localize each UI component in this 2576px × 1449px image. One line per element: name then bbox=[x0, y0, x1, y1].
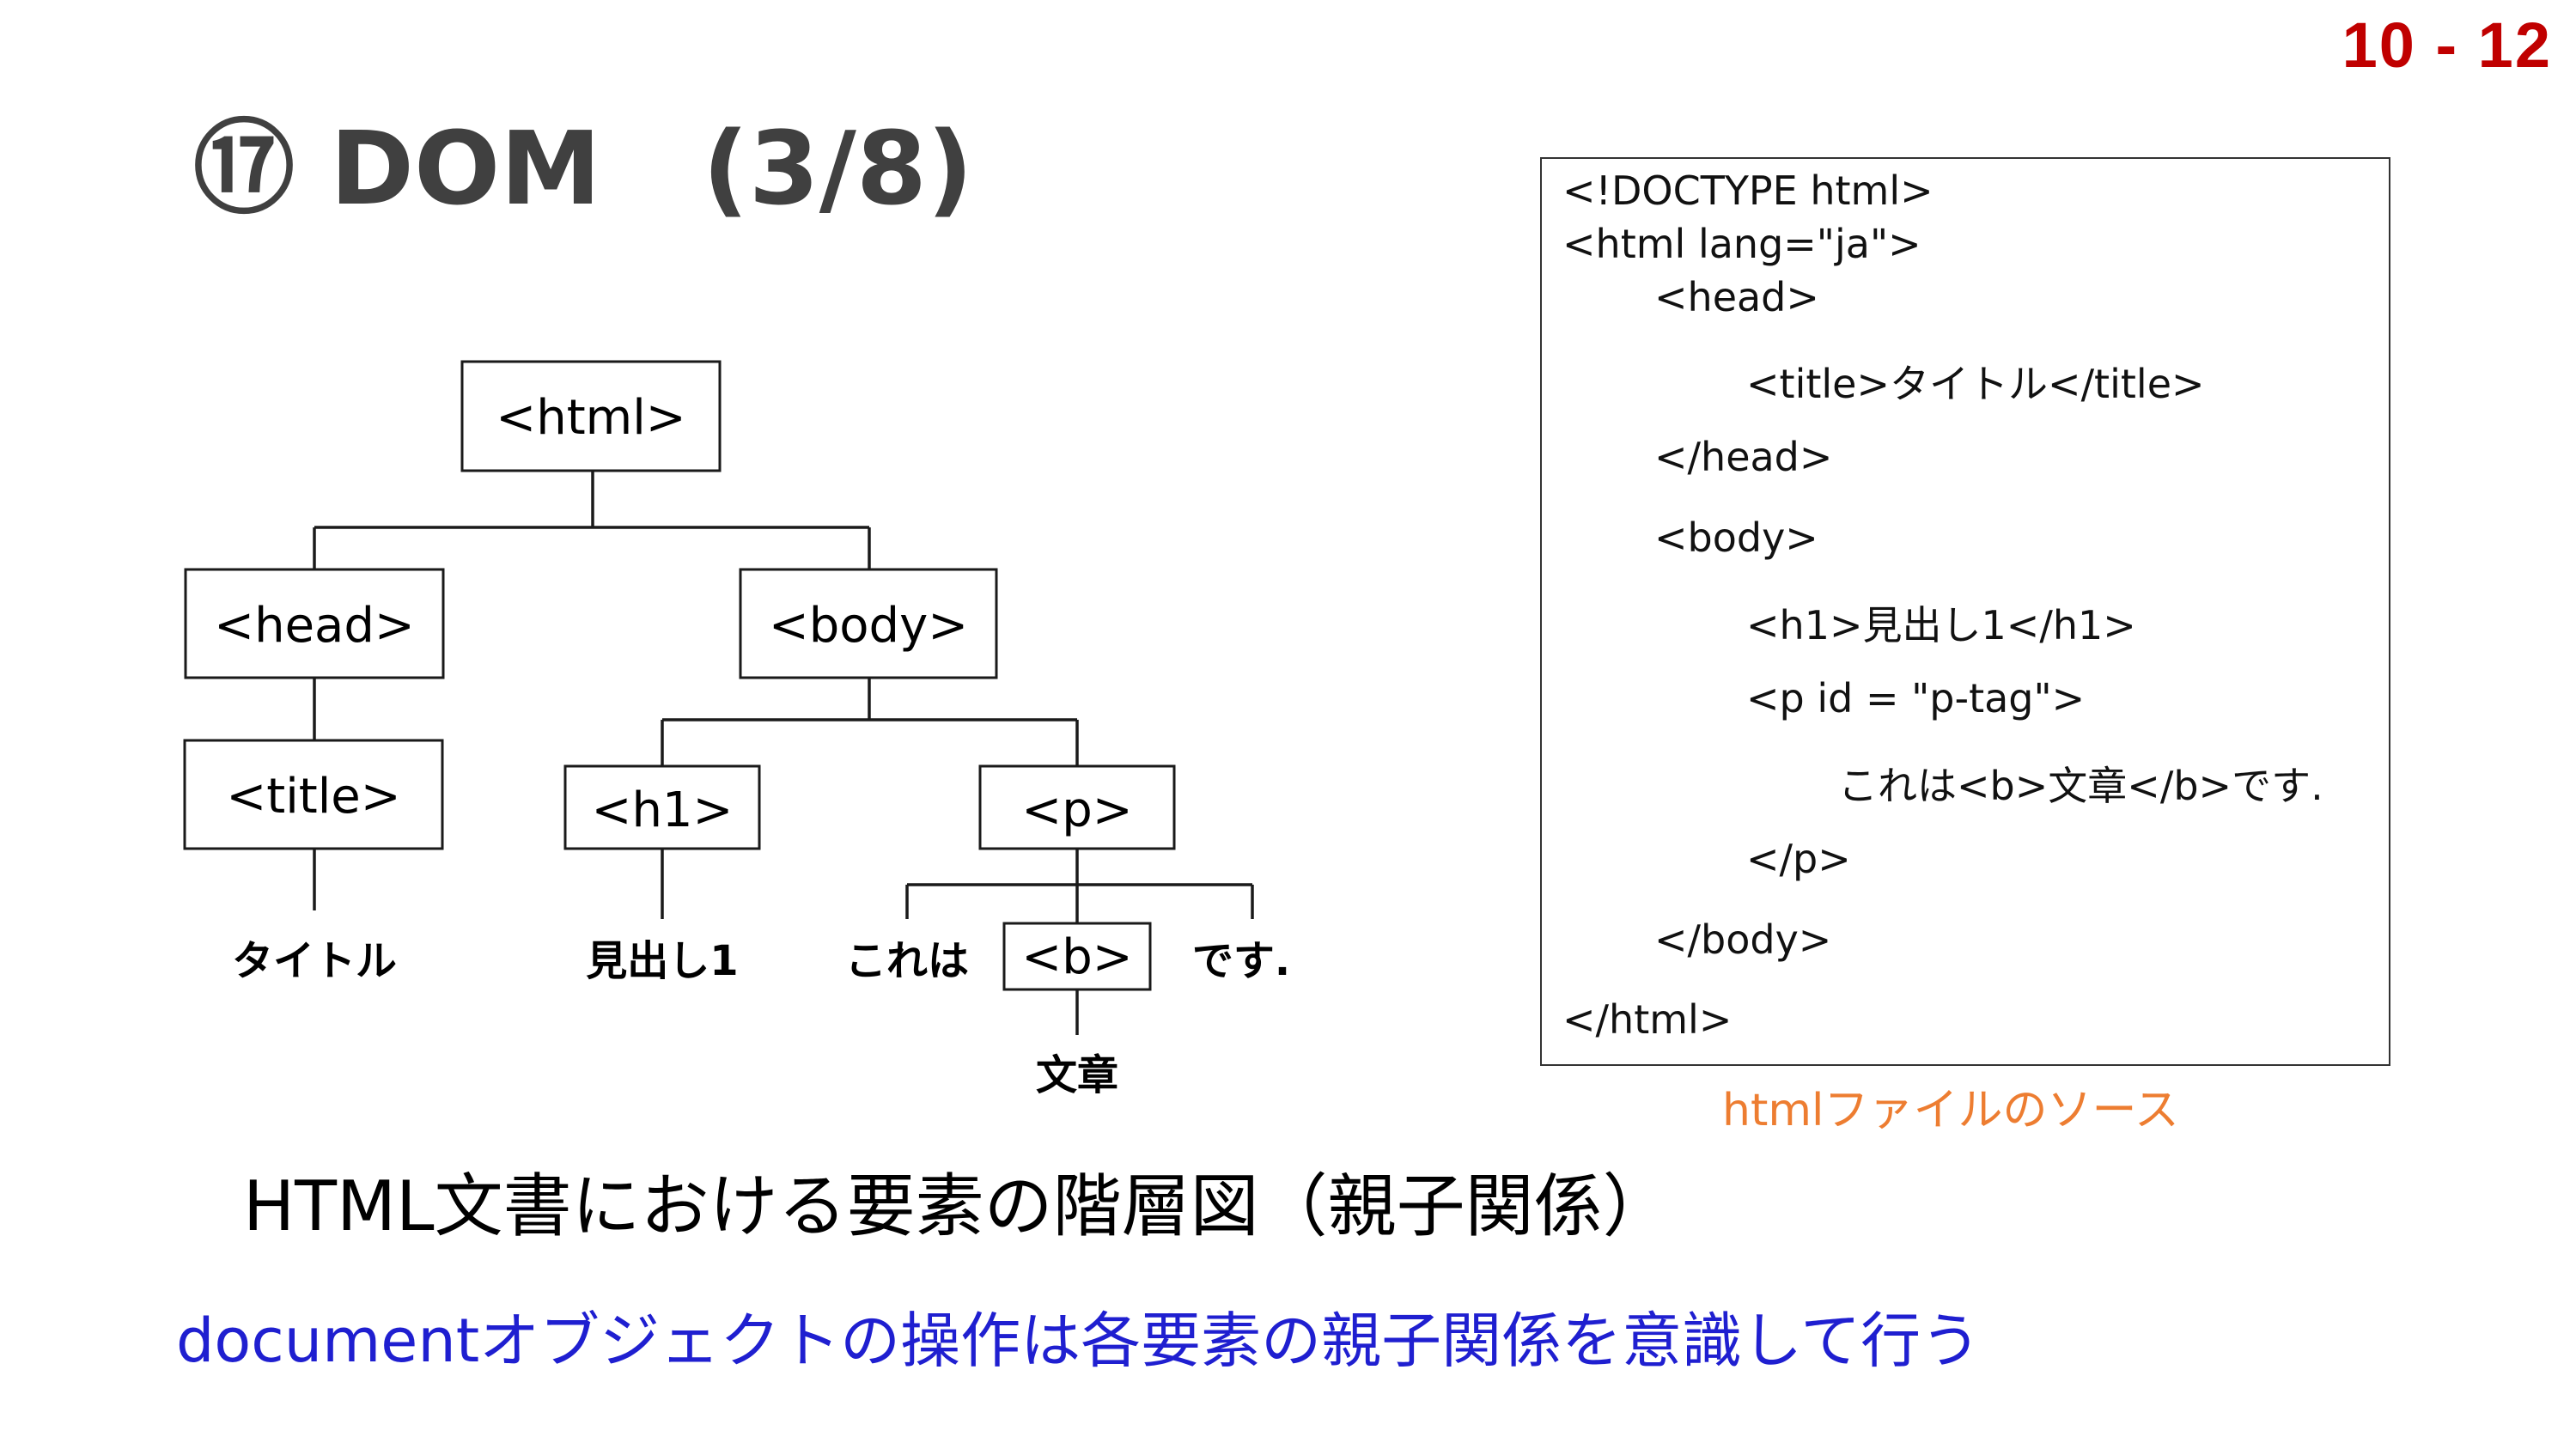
source-line: </html> bbox=[1562, 996, 1733, 1043]
source-line: </body> bbox=[1654, 916, 1832, 963]
source-caption: htmlファイルのソース bbox=[1722, 1085, 2179, 1136]
source-line: <h1>見出し1</h1> bbox=[1746, 602, 2136, 648]
source-line: </p> bbox=[1746, 836, 1851, 882]
node-html-label: <html> bbox=[496, 390, 685, 446]
node-b-label: <b> bbox=[1021, 929, 1132, 985]
source-line: <p id = "p-tag"> bbox=[1746, 675, 2086, 721]
tree-node-title: <title> bbox=[183, 739, 444, 850]
source-line: <title>タイトル</title> bbox=[1746, 361, 2205, 407]
node-h1-label: <h1> bbox=[592, 782, 734, 838]
leaf-title-text: タイトル bbox=[232, 937, 397, 985]
source-line: これは<b>文章</b>です. bbox=[1838, 763, 2323, 809]
page-number: 10 - 12 bbox=[2342, 9, 2552, 81]
dom-tree-diagram: <html> <head> <body> <title> <h1> <p> <b… bbox=[183, 360, 1290, 1099]
tree-node-b: <b> bbox=[1002, 922, 1152, 991]
source-line: <!DOCTYPE html> bbox=[1562, 167, 1934, 214]
tree-node-head: <head> bbox=[184, 568, 445, 679]
leaf-h1-text: 見出し1 bbox=[586, 937, 738, 985]
tree-node-h1: <h1> bbox=[563, 764, 761, 850]
source-line: </head> bbox=[1654, 434, 1833, 480]
leaf-p-after-text: です. bbox=[1192, 937, 1290, 985]
source-line: <head> bbox=[1654, 274, 1819, 320]
tree-node-html: <html> bbox=[460, 360, 722, 472]
tree-node-body: <body> bbox=[739, 568, 998, 679]
node-p-label: <p> bbox=[1021, 782, 1132, 838]
node-body-label: <body> bbox=[769, 598, 968, 654]
leaf-p-before-text: これは bbox=[845, 937, 969, 985]
node-head-label: <head> bbox=[214, 598, 415, 654]
note-text: documentオブジェクトの操作は各要素の親子関係を意識して行う bbox=[176, 1306, 1982, 1376]
source-line: <html lang="ja"> bbox=[1562, 221, 1921, 267]
diagram-caption: HTML文書における要素の階層図（親子関係） bbox=[243, 1166, 1672, 1246]
html-source-box: <!DOCTYPE html> <html lang="ja"> <head> … bbox=[1540, 157, 2390, 1066]
tree-node-p: <p> bbox=[978, 764, 1176, 850]
leaf-b-text: 文章 bbox=[1036, 1051, 1118, 1099]
node-title-label: <title> bbox=[226, 769, 400, 825]
source-line: <body> bbox=[1654, 514, 1818, 561]
